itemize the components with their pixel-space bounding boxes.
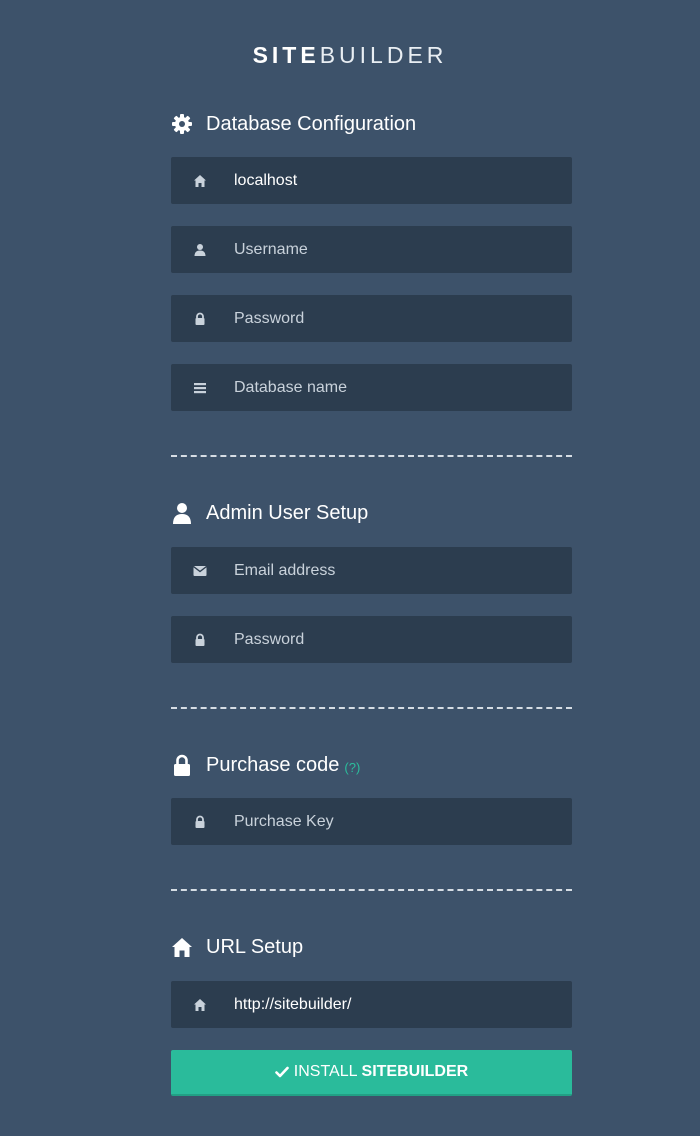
section-divider xyxy=(171,707,572,709)
lock-icon xyxy=(171,798,229,845)
install-button[interactable]: INSTALL SITEBUILDER xyxy=(171,1050,572,1096)
db-name-field[interactable] xyxy=(171,364,572,411)
logo-light: BUILDER xyxy=(319,42,448,68)
host-input[interactable] xyxy=(229,158,572,203)
db-name-input[interactable] xyxy=(229,365,572,410)
database-icon xyxy=(171,364,229,411)
db-password-input[interactable] xyxy=(229,296,572,341)
logo-bold: SITE xyxy=(252,42,320,68)
admin-section-title: Admin User Setup xyxy=(171,498,572,528)
username-input[interactable] xyxy=(229,227,572,272)
admin-title-text: Admin User Setup xyxy=(206,501,369,524)
section-divider xyxy=(171,455,572,457)
install-button-prefix: INSTALL xyxy=(293,1063,358,1080)
section-divider xyxy=(171,889,572,891)
username-field[interactable] xyxy=(171,226,572,273)
home-icon xyxy=(171,157,229,204)
check-icon xyxy=(274,1066,289,1078)
purchase-key-field[interactable] xyxy=(171,798,572,845)
home-icon xyxy=(171,936,193,958)
install-button-bold: SITEBUILDER xyxy=(361,1063,469,1080)
database-title-text: Database Configuration xyxy=(206,112,417,135)
url-input[interactable] xyxy=(229,982,572,1027)
lock-icon xyxy=(171,616,229,663)
admin-password-field[interactable] xyxy=(171,616,572,663)
admin-password-input[interactable] xyxy=(229,617,572,662)
user-icon xyxy=(171,502,193,524)
purchase-section-title: Purchase code (?) xyxy=(171,750,572,780)
url-title-text: URL Setup xyxy=(206,935,304,958)
home-icon xyxy=(171,981,229,1028)
email-input[interactable] xyxy=(229,548,572,593)
envelope-icon xyxy=(171,547,229,594)
logo: SITEBUILDER xyxy=(0,41,700,69)
purchase-key-input[interactable] xyxy=(229,799,572,844)
database-section-title: Database Configuration xyxy=(171,109,572,139)
db-password-field[interactable] xyxy=(171,295,572,342)
url-section-title: URL Setup xyxy=(171,932,572,962)
url-field[interactable] xyxy=(171,981,572,1028)
user-icon xyxy=(171,226,229,273)
gear-icon xyxy=(171,113,193,135)
host-field[interactable] xyxy=(171,157,572,204)
purchase-title-text: Purchase code xyxy=(206,753,340,776)
lock-icon xyxy=(171,754,193,776)
email-field[interactable] xyxy=(171,547,572,594)
lock-icon xyxy=(171,295,229,342)
purchase-help-link[interactable]: (?) xyxy=(344,760,360,775)
